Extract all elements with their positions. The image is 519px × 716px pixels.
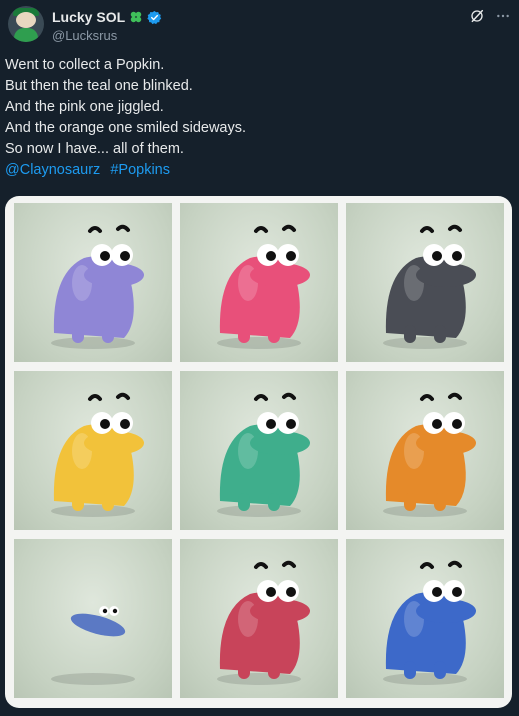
media-image-cell[interactable] (180, 539, 338, 698)
creature-figure (383, 560, 476, 685)
creature-figure (383, 224, 476, 349)
creature-figure (51, 392, 144, 517)
creature-figure (217, 224, 310, 349)
handle[interactable]: @Lucksrus (52, 28, 162, 43)
author-names: Lucky SOL @Lucksrus (52, 8, 162, 43)
creature-figure (51, 224, 144, 349)
media-image-cell[interactable] (346, 203, 504, 362)
media-image-cell[interactable] (14, 371, 172, 530)
creature-figure (217, 560, 310, 685)
media-image-cell[interactable] (346, 371, 504, 530)
media-image-cell[interactable] (14, 539, 172, 698)
tweet-line: Went to collect a Popkin. (5, 57, 165, 73)
creature-figure (51, 606, 135, 685)
avatar[interactable] (8, 6, 44, 42)
clover-icon (130, 11, 142, 23)
hashtag-link[interactable]: #Popkins (110, 162, 170, 178)
display-name[interactable]: Lucky SOL (52, 9, 125, 25)
tweet-line: And the pink one jiggled. (5, 99, 164, 115)
media-grid-image[interactable] (5, 196, 512, 708)
verified-badge-icon (147, 10, 162, 24)
tweet-line: So now I have... all of them. (5, 141, 184, 157)
tweet-text: Went to collect a Popkin. But then the t… (5, 55, 511, 181)
more-icon[interactable] (495, 8, 511, 24)
creature-figure (217, 392, 310, 517)
tweet-header: Lucky SOL @Lucksrus (8, 6, 511, 46)
header-actions (469, 8, 511, 24)
media-image-cell[interactable] (14, 203, 172, 362)
grok-icon[interactable] (469, 8, 485, 24)
media-image-cell[interactable] (180, 203, 338, 362)
media-image-cell[interactable] (346, 539, 504, 698)
media-image-cell[interactable] (180, 371, 338, 530)
creature-figure (383, 392, 476, 517)
tweet-line: And the orange one smiled sideways. (5, 120, 247, 136)
tweet-line: But then the teal one blinked. (5, 78, 193, 94)
mention-link[interactable]: @Claynosaurz (5, 162, 100, 178)
